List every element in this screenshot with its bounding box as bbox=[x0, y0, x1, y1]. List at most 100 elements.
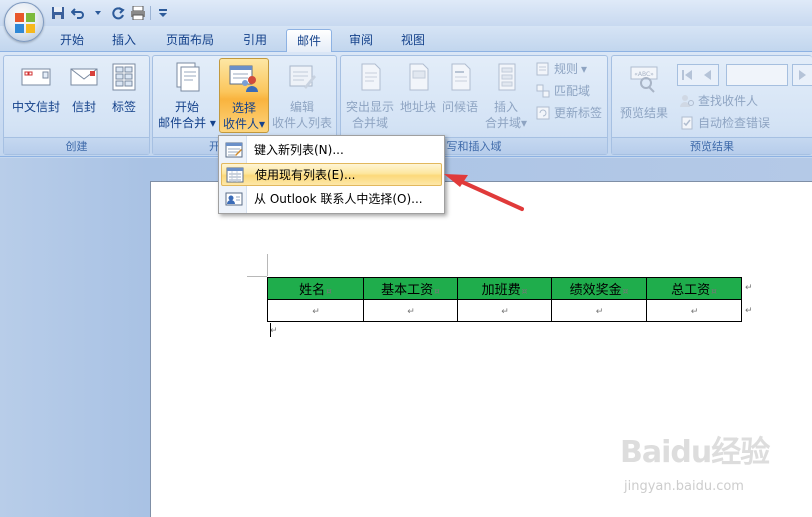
salary-table[interactable]: 姓名¤ 基本工资¤ 加班费¤ 绩效奖金¤ 总工资¤ ↵ ↵ ↵ ↵ ↵ bbox=[267, 277, 742, 322]
auto-check-errors-label: 自动检查错误 bbox=[698, 116, 771, 130]
table-header-row: 姓名¤ 基本工资¤ 加班费¤ 绩效奖金¤ 总工资¤ bbox=[267, 277, 742, 300]
highlight-merge-fields-button[interactable]: 突出显示 合并域 bbox=[343, 61, 397, 133]
text-cursor bbox=[270, 323, 271, 337]
tab-mailings[interactable]: 邮件 bbox=[286, 29, 332, 53]
envelope-icon bbox=[70, 68, 98, 86]
insert-merge-field-label-2-text: 合并域 bbox=[484, 116, 521, 130]
office-button[interactable] bbox=[4, 2, 44, 42]
qat-separator bbox=[150, 6, 151, 20]
select-recipients-label-2: 收件人▾ bbox=[220, 116, 268, 132]
watermark-sub-text: jingyan.baidu.com bbox=[624, 479, 744, 494]
customize-icon[interactable] bbox=[155, 5, 171, 21]
rules-button[interactable]: 规则 ▾ bbox=[535, 59, 587, 79]
header-overtime: 加班费 bbox=[481, 283, 521, 298]
paragraph-mark-icon: ↵ bbox=[312, 307, 320, 317]
redo-icon[interactable] bbox=[110, 5, 126, 21]
labels-button[interactable]: 标签 bbox=[104, 61, 144, 133]
rules-label: 规则 bbox=[554, 62, 579, 76]
group-preview-results-label: 预览结果 bbox=[612, 137, 812, 154]
rules-icon bbox=[536, 62, 549, 76]
menu-item-use-existing-list[interactable]: 使用现有列表(E)... bbox=[221, 163, 442, 186]
table-cell[interactable]: ↵ bbox=[363, 299, 458, 322]
group-create: 中文信封 信封 标签 创建 bbox=[3, 55, 150, 155]
address-block-icon bbox=[409, 63, 429, 91]
office-logo-icon bbox=[15, 13, 35, 33]
paragraph-mark-icon: ↵ bbox=[270, 326, 278, 336]
labels-icon bbox=[112, 63, 136, 91]
table-cell[interactable]: ↵ bbox=[267, 299, 364, 322]
cell-mark-icon: ¤ bbox=[434, 287, 440, 297]
paragraph-mark-icon: ↵ bbox=[501, 307, 509, 317]
save-icon[interactable] bbox=[50, 5, 66, 21]
start-mail-merge-button[interactable]: 开始 邮件合并 ▾ bbox=[155, 61, 219, 133]
table-header-cell[interactable]: 总工资¤ bbox=[646, 277, 742, 300]
chinese-envelope-label: 中文信封 bbox=[11, 100, 60, 114]
svg-text:«ABC»: «ABC» bbox=[634, 71, 654, 78]
tab-references[interactable]: 引用 bbox=[233, 29, 277, 52]
table-header-cell[interactable]: 姓名¤ bbox=[267, 277, 364, 300]
update-labels-button[interactable]: 更新标签 bbox=[535, 103, 602, 123]
greeting-line-icon bbox=[451, 63, 471, 91]
previous-record-icon[interactable] bbox=[701, 69, 713, 84]
table-cell[interactable]: ↵ bbox=[457, 299, 552, 322]
table-header-cell[interactable]: 加班费¤ bbox=[457, 277, 552, 300]
group-preview-results: «ABC» 预览结果 查找收件人 自动检查错误 预览结果 bbox=[611, 55, 812, 155]
tab-review[interactable]: 审阅 bbox=[341, 29, 381, 52]
tab-view[interactable]: 视图 bbox=[393, 29, 433, 52]
envelope-button[interactable]: 信封 bbox=[64, 61, 104, 133]
start-mail-merge-icon bbox=[176, 62, 200, 92]
header-name: 姓名 bbox=[299, 283, 326, 298]
preview-results-label: 预览结果 bbox=[619, 106, 668, 120]
edit-recipient-list-label-1: 编辑 bbox=[289, 100, 314, 114]
chevron-down-icon: ▾ bbox=[520, 116, 528, 130]
select-recipients-menu: 键入新列表(N)... 使用现有列表(E)... 从 Outlook 联系人中选… bbox=[218, 135, 445, 214]
start-mail-merge-label-1: 开始 bbox=[174, 100, 199, 114]
undo-dropdown-icon[interactable] bbox=[90, 5, 106, 21]
edit-recipient-list-button[interactable]: 编辑 收件人列表 bbox=[269, 61, 335, 133]
next-record-button[interactable] bbox=[792, 64, 812, 86]
red-arrow-icon bbox=[444, 174, 524, 211]
watermark-main-text: Baidu经验 bbox=[620, 435, 770, 470]
insert-merge-field-button[interactable]: 插入 合并域▾ bbox=[481, 61, 531, 133]
start-mail-merge-label-2-text: 邮件合并 bbox=[158, 116, 207, 130]
header-total-salary: 总工资 bbox=[671, 283, 711, 298]
preview-results-icon: «ABC» bbox=[630, 66, 658, 93]
select-recipients-icon bbox=[229, 65, 258, 92]
table-header-cell[interactable]: 绩效奖金¤ bbox=[551, 277, 647, 300]
print-preview-icon[interactable] bbox=[130, 5, 146, 21]
menu-item-type-new-list[interactable]: 键入新列表(N)... bbox=[221, 139, 442, 162]
table-header-cell[interactable]: 基本工资¤ bbox=[363, 277, 458, 300]
find-recipient-button[interactable]: 查找收件人 bbox=[679, 91, 758, 111]
first-record-icon[interactable] bbox=[681, 69, 693, 84]
record-number-input[interactable] bbox=[726, 64, 788, 86]
menu-item-outlook-contacts[interactable]: 从 Outlook 联系人中选择(O)... bbox=[221, 188, 442, 211]
match-fields-icon bbox=[536, 84, 550, 98]
outlook-contacts-icon bbox=[225, 192, 243, 206]
table-cell[interactable]: ↵ bbox=[551, 299, 647, 322]
highlight-merge-fields-label-1: 突出显示 bbox=[345, 100, 394, 114]
highlight-merge-fields-icon bbox=[361, 63, 381, 91]
address-block-label: 地址块 bbox=[399, 100, 436, 114]
undo-icon[interactable] bbox=[70, 5, 86, 21]
tab-insert[interactable]: 插入 bbox=[104, 29, 144, 52]
address-block-button[interactable]: 地址块 bbox=[397, 61, 439, 133]
preview-results-button[interactable]: «ABC» 预览结果 bbox=[616, 61, 672, 133]
row-end-mark-icon: ↵ bbox=[745, 306, 753, 316]
chevron-down-icon: ▾ bbox=[258, 117, 266, 131]
update-labels-label: 更新标签 bbox=[554, 106, 603, 120]
chevron-down-icon: ▾ bbox=[581, 62, 588, 76]
highlight-merge-fields-label-2: 合并域 bbox=[351, 116, 388, 130]
chinese-envelope-button[interactable]: 中文信封 bbox=[8, 61, 64, 133]
cell-mark-icon: ¤ bbox=[711, 287, 717, 297]
auto-check-errors-button[interactable]: 自动检查错误 bbox=[679, 113, 770, 133]
chinese-envelope-icon bbox=[21, 68, 51, 86]
select-recipients-button[interactable]: 选择 收件人▾ bbox=[219, 58, 269, 133]
greeting-line-button[interactable]: 问候语 bbox=[439, 61, 481, 133]
record-nav-buttons bbox=[677, 64, 719, 86]
new-list-icon bbox=[225, 142, 243, 158]
table-cell[interactable]: ↵ bbox=[646, 299, 742, 322]
tab-home[interactable]: 开始 bbox=[52, 29, 92, 52]
tab-page-layout[interactable]: 页面布局 bbox=[158, 29, 222, 52]
table-row: ↵ ↵ ↵ ↵ ↵ bbox=[267, 299, 742, 322]
match-fields-button[interactable]: 匹配域 bbox=[535, 81, 590, 101]
